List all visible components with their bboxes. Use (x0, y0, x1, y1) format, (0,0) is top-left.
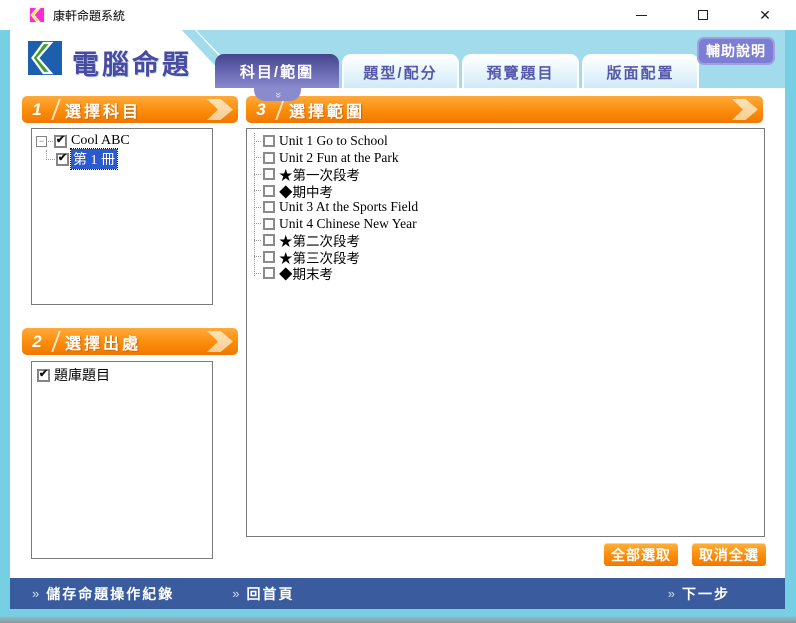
next-step-label: 下一步 (682, 585, 730, 602)
source-label-question-bank[interactable]: 題庫題目 (54, 365, 110, 385)
deselect-all-button[interactable]: 取消全選 (692, 543, 766, 566)
chevron-right-icon: » (667, 586, 675, 601)
tree-connector (46, 150, 55, 160)
arrow-right-icon (732, 99, 758, 120)
source-row: ✔ 題庫題目 (34, 366, 210, 384)
app-logo-icon (28, 41, 62, 75)
checkbox-exam-3[interactable] (263, 250, 275, 263)
tab-subject-range[interactable]: 科目/範圍 (215, 54, 339, 88)
tree-connector (48, 140, 53, 142)
window-controls: ✕ (610, 0, 796, 30)
section-3-header: 3 選擇範圍 (246, 96, 763, 123)
tree-label-volume-1-selected[interactable]: 第 1 冊 (70, 148, 118, 170)
check-icon: ✔ (38, 368, 49, 380)
tree-label-cool-abc[interactable]: Cool ABC (71, 133, 130, 149)
checkbox-unit-4[interactable] (263, 217, 275, 230)
range-label[interactable]: Unit 1 Go to School (279, 133, 388, 149)
minimize-button[interactable] (610, 0, 672, 30)
checkbox-unit-1[interactable] (263, 135, 275, 148)
save-record-label: 儲存命題操作紀錄 (46, 585, 175, 602)
next-step-button[interactable]: » 下一步 (668, 584, 730, 604)
checkbox-exam-1[interactable] (263, 168, 275, 181)
tree-row-root: − ✔ Cool ABC (34, 132, 210, 150)
home-link[interactable]: » 回首頁 (232, 584, 294, 604)
maximize-icon (698, 10, 708, 20)
range-row-midterm: ◆期中考 (247, 183, 764, 200)
range-list[interactable]: Unit 1 Go to School Unit 2 Fun at the Pa… (246, 128, 765, 537)
checkbox-exam-2[interactable] (263, 234, 275, 247)
section-1-title: 選擇科目 (65, 103, 142, 121)
chevron-right-icon: » (232, 586, 240, 601)
app-window-icon (29, 7, 45, 23)
home-label: 回首頁 (246, 585, 295, 602)
close-icon: ✕ (759, 7, 771, 23)
range-label[interactable]: Unit 3 At the Sports Field (279, 199, 418, 215)
section-3-title: 選擇範圍 (289, 103, 366, 121)
footer-bar: » 儲存命題操作紀錄 » 回首頁 » 下一步 (10, 578, 785, 609)
chevron-right-icon: » (32, 586, 40, 601)
range-row-unit-3: Unit 3 At the Sports Field (247, 199, 764, 216)
range-label[interactable]: ◆期中考 (279, 181, 333, 201)
checkbox-unit-3[interactable] (263, 201, 275, 214)
maximize-button[interactable] (672, 0, 734, 30)
banner-separator (51, 99, 61, 120)
banner-separator (275, 99, 285, 120)
main-panel: 電腦命題 科目/範圍 題型/配分 預覽題目 版面配置 » 輔助說明 1 選擇科目… (10, 30, 785, 609)
source-list[interactable]: ✔ 題庫題目 (31, 361, 213, 559)
titlebar: 康軒命題系統 ✕ (0, 0, 796, 30)
collapse-icon[interactable]: − (36, 135, 47, 147)
tree-row-volume-1: ✔ 第 1 冊 (46, 148, 210, 170)
checkbox-unit-2[interactable] (263, 151, 275, 164)
checkbox-volume-1[interactable]: ✔ (56, 152, 69, 166)
header-band: 電腦命題 科目/範圍 題型/配分 預覽題目 版面配置 (10, 30, 785, 88)
section-1-number: 1 (32, 99, 42, 119)
tab-bar: 科目/範圍 題型/配分 預覽題目 版面配置 (215, 54, 699, 88)
subject-tree[interactable]: − ✔ Cool ABC ✔ 第 1 冊 (31, 128, 213, 305)
checkbox-midterm[interactable] (263, 184, 275, 197)
banner-separator (51, 331, 61, 352)
tab-question-type[interactable]: 題型/配分 (342, 54, 459, 88)
section-2-header: 2 選擇出處 (22, 328, 238, 355)
check-icon: ✔ (57, 152, 68, 164)
chevron-down-icon: » (272, 91, 284, 98)
range-row-final: ◆期末考 (247, 265, 764, 282)
arrow-right-icon (207, 331, 233, 352)
tree-connector (254, 133, 255, 276)
range-label[interactable]: ◆期末考 (279, 263, 333, 283)
active-tab-pointer: » (254, 88, 301, 101)
check-icon: ✔ (55, 134, 66, 146)
checkbox-final[interactable] (263, 267, 275, 280)
tab-layout[interactable]: 版面配置 (582, 54, 699, 88)
minimize-icon (635, 14, 647, 16)
range-row-unit-1: Unit 1 Go to School (247, 133, 764, 150)
save-record-link[interactable]: » 儲存命題操作紀錄 (32, 584, 174, 604)
checkbox-question-bank[interactable]: ✔ (37, 368, 50, 382)
help-button[interactable]: 輔助說明 (697, 37, 775, 65)
section-2-number: 2 (32, 331, 42, 351)
section-2-title: 選擇出處 (65, 335, 142, 353)
close-button[interactable]: ✕ (734, 0, 796, 30)
checkbox-cool-abc[interactable]: ✔ (54, 134, 67, 148)
tab-preview[interactable]: 預覽題目 (462, 54, 579, 88)
window-bottom-edge (0, 616, 796, 623)
page-title: 電腦命題 (72, 50, 192, 80)
arrow-right-icon (207, 99, 233, 120)
window-title: 康軒命題系統 (53, 8, 126, 23)
section-1-header: 1 選擇科目 (22, 96, 238, 123)
section-3-number: 3 (256, 99, 266, 119)
select-all-button[interactable]: 全部選取 (604, 543, 678, 566)
